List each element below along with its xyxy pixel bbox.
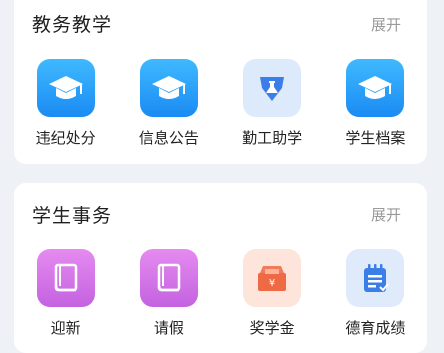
app-label: 迎新 xyxy=(50,319,81,337)
app-item-enrollment[interactable]: 迎新 xyxy=(16,249,116,338)
section-title: 教务教学 xyxy=(32,14,113,36)
expand-button[interactable]: 展开 xyxy=(371,204,401,225)
app-label: 学生档案 xyxy=(345,129,406,147)
expand-button[interactable]: 展开 xyxy=(371,14,401,35)
app-label: 奖学金 xyxy=(249,319,295,337)
app-item-announcement[interactable]: 信息公告 xyxy=(119,59,219,148)
graduation-cap-icon xyxy=(346,59,405,117)
app-item-leave-request[interactable]: 请假 xyxy=(119,249,219,338)
app-label: 信息公告 xyxy=(138,129,199,147)
notepad-icon xyxy=(346,249,405,307)
app-item-disciplinary[interactable]: 违纪处分 xyxy=(16,59,116,148)
app-item-scholarship[interactable]: ¥ 奖学金 xyxy=(222,249,322,338)
book-icon xyxy=(36,249,95,307)
app-item-work-study[interactable]: 勤工助学 xyxy=(222,59,322,148)
section-card-academic: 教务教学 展开 违纪处分 信息公告 勤工助学 学生档案 xyxy=(14,0,427,164)
section-title: 学生事务 xyxy=(32,205,113,227)
app-label: 勤工助学 xyxy=(242,129,303,147)
app-grid: 迎新 请假 ¥ 奖学金 德育成绩 xyxy=(14,249,427,338)
app-grid: 违纪处分 信息公告 勤工助学 学生档案 xyxy=(14,59,427,148)
app-label: 违纪处分 xyxy=(35,129,96,147)
app-item-moral-grades[interactable]: 德育成绩 xyxy=(325,249,425,338)
app-label: 德育成绩 xyxy=(345,319,406,337)
app-item-student-records[interactable]: 学生档案 xyxy=(325,59,425,148)
app-label: 请假 xyxy=(153,319,184,337)
graduation-cap-icon xyxy=(36,59,95,117)
svg-text:¥: ¥ xyxy=(269,278,275,289)
book-icon xyxy=(139,249,198,307)
flask-icon xyxy=(243,59,302,117)
section-card-student-affairs: 学生事务 展开 迎新 请假 ¥ 奖学金 德育成绩 xyxy=(14,183,427,353)
graduation-cap-icon xyxy=(139,59,198,117)
money-box-icon: ¥ xyxy=(243,249,302,307)
